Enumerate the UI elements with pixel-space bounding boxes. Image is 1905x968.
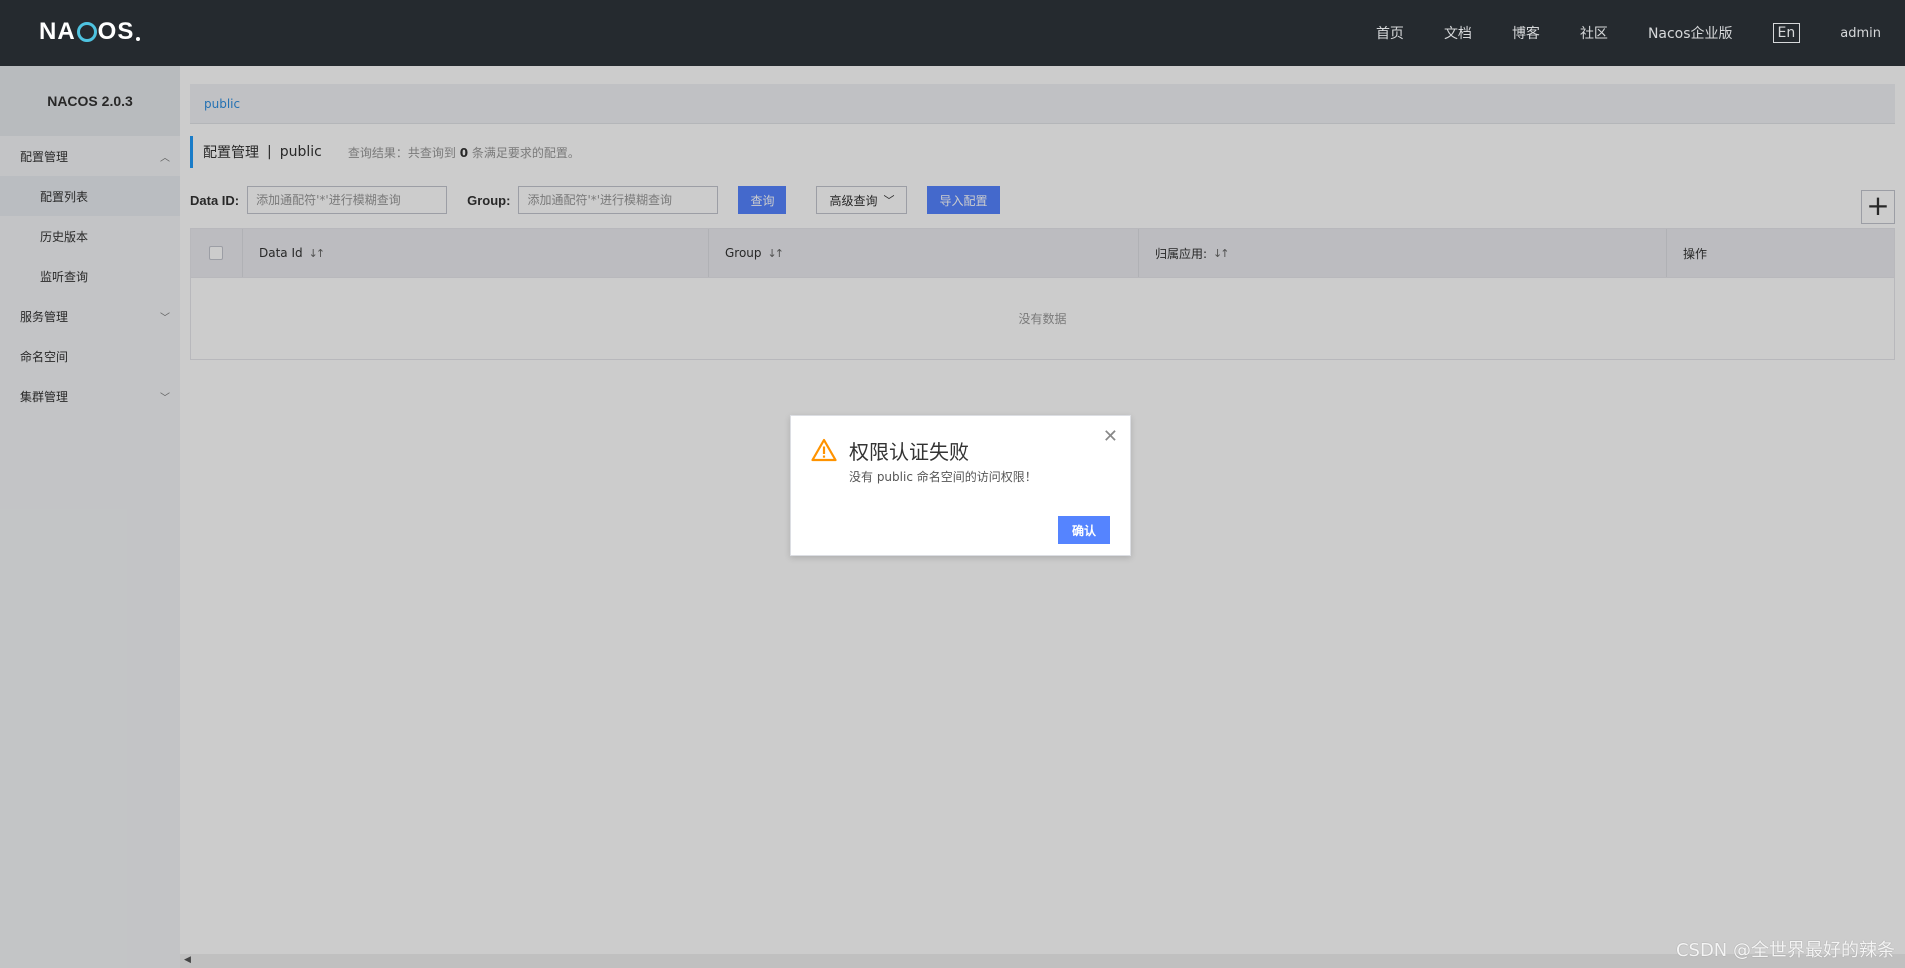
nav-docs[interactable]: 文档 [1444,23,1472,43]
logo-text: NA [39,18,76,45]
dialog-message: 没有 public 命名空间的访问权限！ [849,470,1037,484]
watermark: CSDN @全世界最好的辣条 [1675,940,1895,961]
dialog-title: 权限认证失败 [849,440,969,464]
top-header: NA OS 首页 文档 博客 社区 Nacos企业版 En admin [0,0,1905,66]
nav-enterprise[interactable]: Nacos企业版 [1648,23,1733,43]
close-icon[interactable]: ✕ [1103,426,1118,447]
nav-home[interactable]: 首页 [1376,23,1404,43]
nacos-logo[interactable]: NA OS [39,18,141,46]
confirm-button[interactable]: 确认 [1057,516,1110,544]
top-nav: 首页 文档 博客 社区 Nacos企业版 En admin [1336,0,1881,66]
logo-dot [136,37,141,41]
nav-blog[interactable]: 博客 [1512,23,1540,43]
user-menu[interactable]: admin [1840,26,1881,41]
logo-ring [76,22,97,42]
warning-icon [811,438,837,462]
language-toggle[interactable]: En [1772,23,1801,43]
nav-community[interactable]: 社区 [1580,23,1608,43]
logo-text-tail: OS [97,18,135,45]
auth-failed-dialog: 权限认证失败 没有 public 命名空间的访问权限！ ✕ 确认 [790,415,1131,556]
